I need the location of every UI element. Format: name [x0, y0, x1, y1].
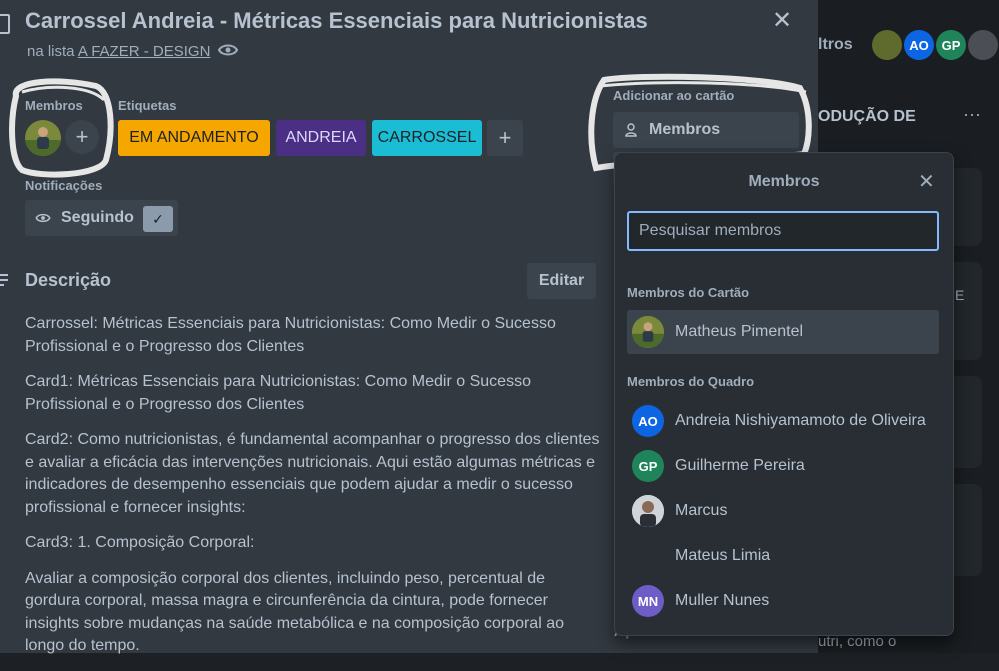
member-row[interactable]: Mateus Limia [627, 534, 939, 578]
board-avatar-photo[interactable] [872, 30, 902, 60]
board-card-partial-text: E [955, 287, 965, 303]
search-members-input[interactable] [627, 211, 939, 251]
card-members-label: Membros do Cartão [627, 285, 750, 300]
sidebar-members-button[interactable]: Membros [613, 112, 799, 148]
board-avatar-ao[interactable]: AO [904, 30, 934, 60]
member-row[interactable]: Matheus Pimentel [627, 310, 939, 354]
member-row[interactable]: AO Andreia Nishiyamamoto de Oliveira [627, 399, 939, 443]
check-icon: ✓ [143, 206, 173, 232]
board-filter-label[interactable]: ltros [818, 36, 853, 54]
description-heading: Descrição [25, 270, 112, 290]
description-paragraph: Card1: Métricas Essenciais para Nutricio… [25, 373, 531, 413]
card-icon [0, 14, 10, 34]
edit-description-button[interactable]: Editar [527, 263, 596, 299]
member-name: Guilherme Pereira [675, 457, 805, 474]
in-list-prefix: na lista [27, 43, 75, 60]
card-list-info: na lista A FAZER - DESIGN [27, 43, 210, 60]
labels-section-label: Etiquetas [118, 98, 177, 113]
avatar [632, 316, 664, 348]
eye-icon [35, 213, 51, 223]
member-row[interactable]: MN Muller Nunes [627, 579, 939, 623]
popover-title: Membros [748, 173, 820, 190]
member-name: Muller Nunes [675, 592, 770, 609]
avatar[interactable] [25, 120, 61, 156]
description-icon [0, 274, 8, 286]
description-paragraph: Card3: 1. Composição Corporal: [25, 534, 255, 551]
description-paragraph: Card2: Como nutricionistas, é fundamenta… [25, 431, 600, 516]
members-popover: Membros ✕ Membros do Cartão Matheus Pime… [614, 152, 954, 636]
close-icon[interactable]: ✕ [772, 6, 792, 35]
sidebar-members-label: Membros [649, 121, 721, 138]
label-carrossel[interactable]: CARROSSEL [372, 120, 482, 156]
avatar: MN [632, 585, 664, 617]
board-list-title: ODUÇÃO DE [818, 108, 916, 125]
add-label-button[interactable]: + [487, 120, 523, 156]
avatar: AO [632, 405, 664, 437]
label-em-andamento[interactable]: EM ANDAMENTO [118, 120, 270, 156]
add-member-button[interactable]: + [65, 120, 99, 154]
board-avatar-gp[interactable]: GP [936, 30, 966, 60]
member-row[interactable]: GP Guilherme Pereira [627, 444, 939, 488]
label-andreia[interactable]: ANDREIA [276, 120, 366, 156]
member-name: Mateus Limia [675, 547, 771, 564]
list-link[interactable]: A FAZER - DESIGN [78, 43, 211, 60]
board-avatar-photo-2[interactable] [968, 30, 998, 60]
member-name: Marcus [675, 502, 728, 519]
board-members-label: Membros do Quadro [627, 374, 755, 389]
board-members-avatars: AO GP [872, 30, 998, 60]
add-to-card-label: Adicionar ao cartão [613, 88, 735, 103]
avatar: GP [632, 450, 664, 482]
member-name: Andreia Nishiyamamoto de Oliveira [675, 412, 926, 429]
notifications-label: Notificações [25, 178, 103, 193]
member-row[interactable]: Marcus [627, 489, 939, 533]
member-name: Matheus Pimentel [675, 323, 804, 340]
list-menu-icon[interactable]: ··· [963, 104, 981, 125]
avatar [632, 540, 664, 572]
person-icon [625, 123, 637, 137]
avatar [632, 495, 664, 527]
description-paragraph: Avaliar a composição corporal dos client… [25, 569, 564, 655]
members-section-label: Membros [25, 98, 83, 113]
description-text[interactable]: Carrossel: Métricas Essenciais para Nutr… [25, 313, 600, 671]
card-title[interactable]: Carrossel Andreia - Métricas Essenciais … [25, 8, 648, 34]
close-icon[interactable]: ✕ [918, 169, 935, 194]
eye-icon[interactable] [218, 42, 238, 58]
following-label: Seguindo [61, 209, 134, 226]
description-paragraph: Carrossel: Métricas Essenciais para Nutr… [25, 315, 556, 355]
